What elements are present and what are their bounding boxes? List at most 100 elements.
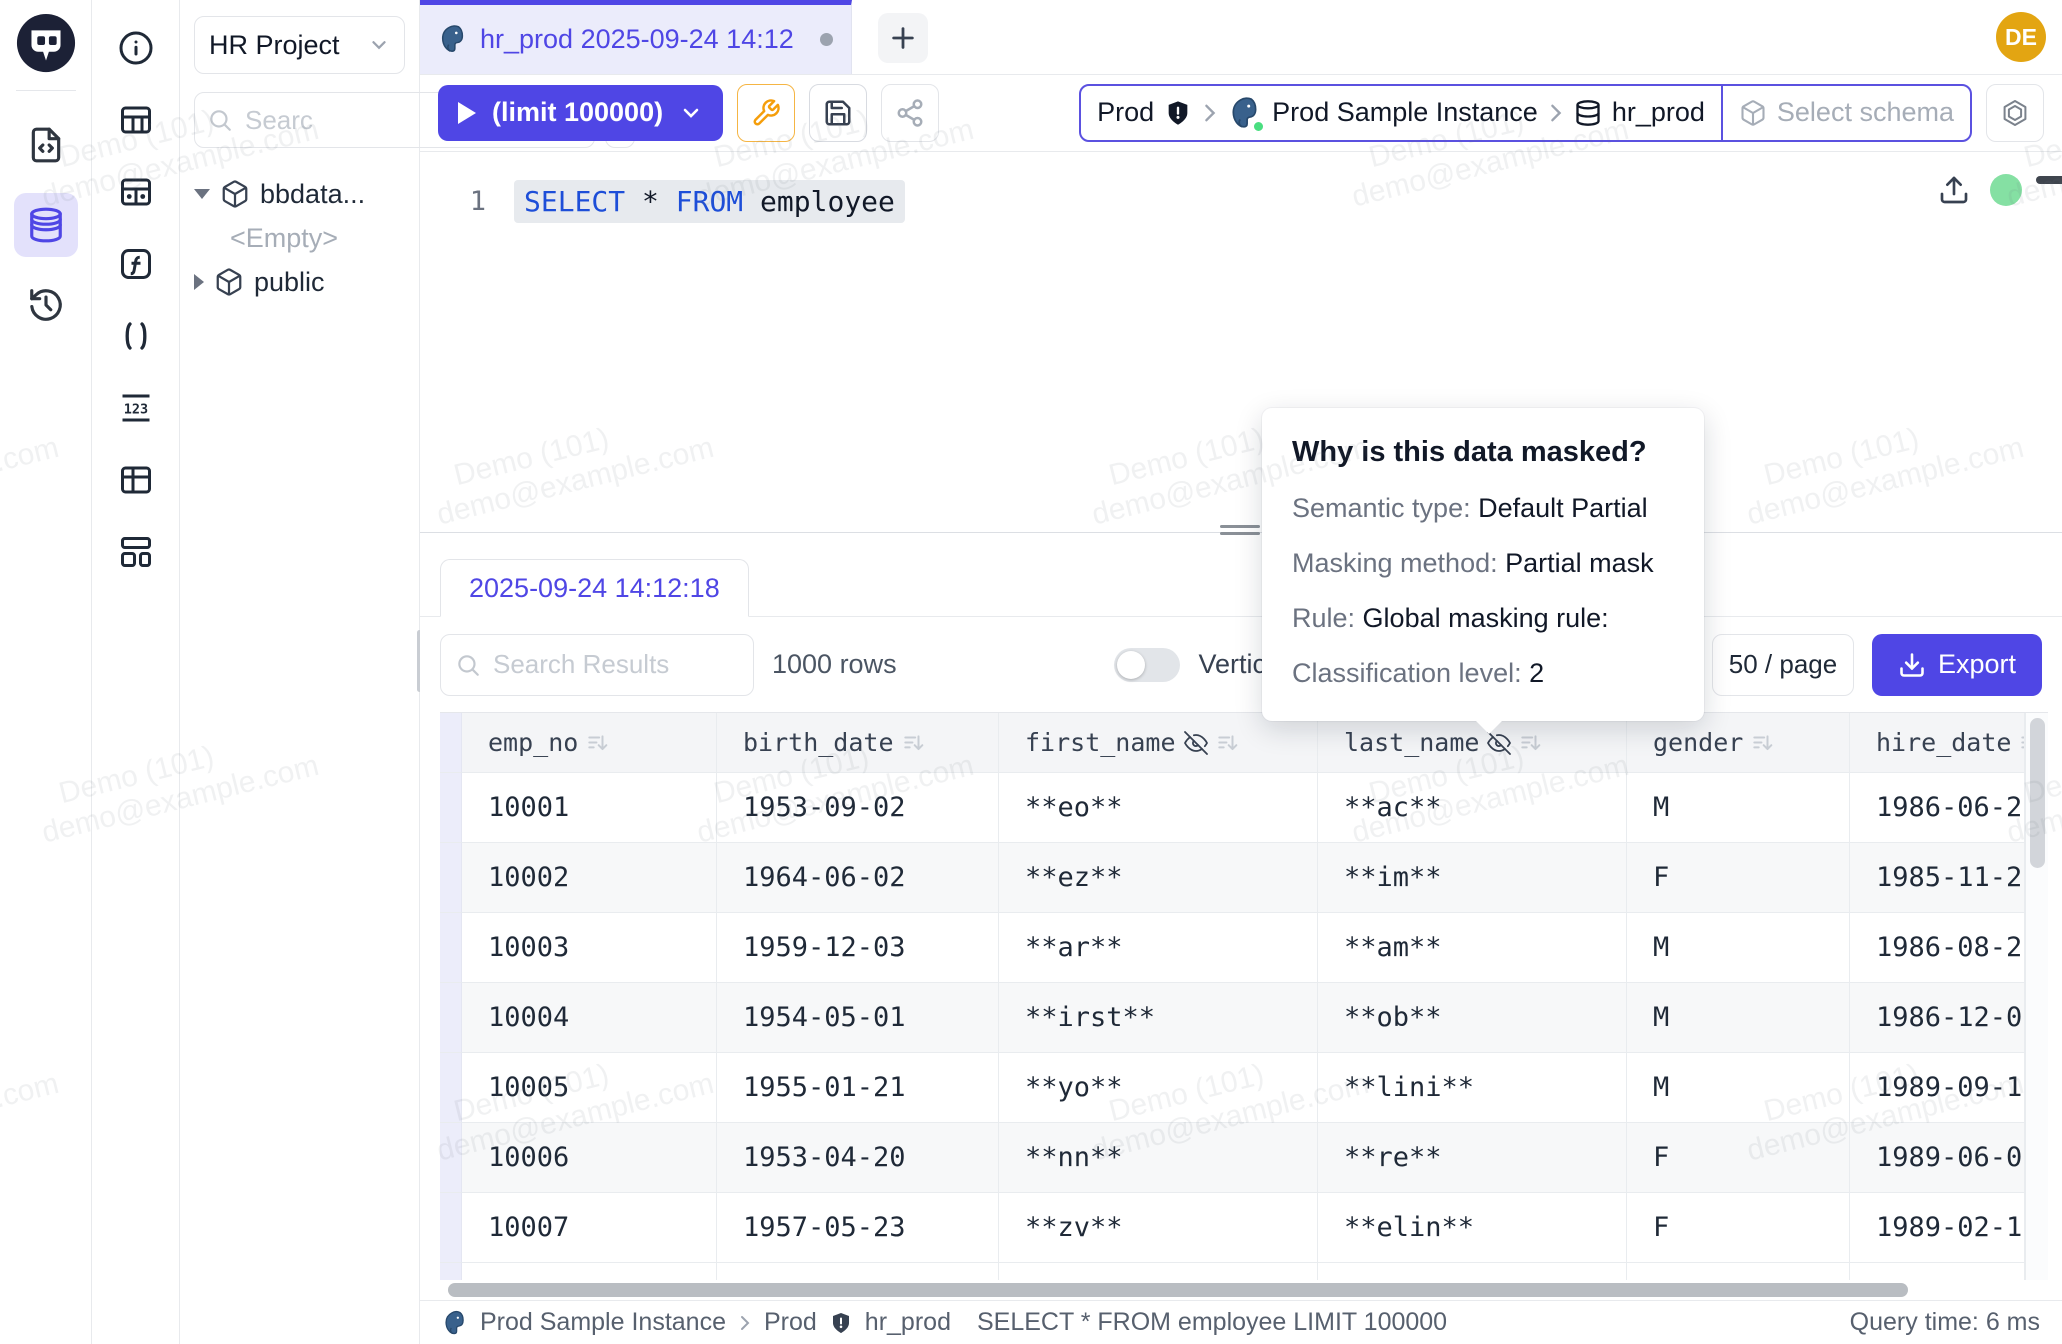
table-cell[interactable]: 1986-08-2 xyxy=(1850,913,2025,983)
sort-icon[interactable] xyxy=(1216,732,1238,754)
schema-selector[interactable]: Select schema xyxy=(1721,86,1970,140)
column-header-emp_no[interactable]: emp_no xyxy=(462,713,717,773)
table-cell[interactable]: 1953-09-02 xyxy=(717,773,999,843)
tree-item-database[interactable]: bbdata... xyxy=(194,172,405,216)
table-cell[interactable]: 1964-06-02 xyxy=(717,843,999,913)
result-tab-active[interactable]: 2025-09-24 14:12:18 xyxy=(440,559,749,617)
column-header-first_name[interactable]: first_name xyxy=(999,713,1318,773)
table-cell[interactable]: M xyxy=(1627,983,1850,1053)
result-search-input[interactable] xyxy=(491,648,739,681)
sort-icon[interactable] xyxy=(902,732,924,754)
sql-editor[interactable]: 1 SELECT * FROM employee xyxy=(420,152,2062,532)
connection-context[interactable]: Prod Prod Sample Instance hr_prod xyxy=(1081,86,1721,140)
table-cell[interactable]: **zv** xyxy=(999,1193,1318,1263)
table-cell[interactable]: 10006 xyxy=(462,1123,717,1193)
result-search-field[interactable] xyxy=(440,634,754,696)
table-cell[interactable]: 1989-02-1 xyxy=(1850,1193,2025,1263)
table-cell[interactable]: **lini** xyxy=(1318,1053,1627,1123)
table-cell[interactable]: **re** xyxy=(1318,1123,1627,1193)
sequences-icon[interactable]: 123 xyxy=(118,390,154,426)
sql-statement[interactable]: SELECT * FROM employee xyxy=(514,180,905,223)
project-picker[interactable]: HR Project xyxy=(194,16,405,74)
save-sheet-button[interactable] xyxy=(809,84,867,142)
procedures-icon[interactable] xyxy=(118,318,154,354)
extensions-icon[interactable] xyxy=(118,534,154,570)
table-row[interactable]: 100051955-01-21**yo****lini**M1989-09-1 xyxy=(440,1053,2048,1123)
table-cell[interactable]: 10003 xyxy=(462,913,717,983)
table-cell[interactable]: **am** xyxy=(1318,913,1627,983)
views-icon[interactable] xyxy=(118,462,154,498)
table-cell[interactable]: 10004 xyxy=(462,983,717,1053)
scrollbar-thumb[interactable] xyxy=(448,1283,1908,1297)
table-cell[interactable]: M xyxy=(1627,913,1850,983)
table-row[interactable]: 100061953-04-20**nn****re**F1989-06-0 xyxy=(440,1123,2048,1193)
table-cell[interactable]: **ez** xyxy=(999,843,1318,913)
vertical-display-toggle[interactable] xyxy=(1114,648,1180,682)
table-cell[interactable]: M xyxy=(1627,1053,1850,1123)
table-cell[interactable]: F xyxy=(1627,843,1850,913)
external-tables-icon[interactable] xyxy=(118,174,154,210)
table-cell[interactable]: 1954-05-01 xyxy=(717,983,999,1053)
table-cell[interactable]: 10005 xyxy=(462,1053,717,1123)
table-cell[interactable]: M xyxy=(1627,773,1850,843)
table-row[interactable]: 100071957-05-23**zv****elin**F1989-02-1 xyxy=(440,1193,2048,1263)
editor-scrollbar-thumb[interactable] xyxy=(2036,176,2062,184)
run-query-button[interactable]: (limit 100000) xyxy=(438,85,723,141)
table-row[interactable]: 100031959-12-03**ar****am**M1986-08-2 xyxy=(440,913,2048,983)
tree-item-schema-public[interactable]: public xyxy=(194,260,405,304)
column-header-last_name[interactable]: last_name xyxy=(1318,713,1627,773)
table-cell[interactable]: **im** xyxy=(1318,843,1627,913)
table-cell[interactable]: 1957-05-23 xyxy=(717,1193,999,1263)
sort-icon[interactable] xyxy=(586,732,608,754)
table-row[interactable]: 100041954-05-01**irst****ob**M1986-12-0 xyxy=(440,983,2048,1053)
table-cell[interactable]: 10001 xyxy=(462,773,717,843)
panel-splitter-handle[interactable] xyxy=(1220,525,1260,535)
column-header-birth_date[interactable]: birth_date xyxy=(717,713,999,773)
table-cell[interactable]: **irst** xyxy=(999,983,1318,1053)
caret-right-icon[interactable] xyxy=(194,274,204,290)
table-row[interactable]: 100021964-06-02**ez****im**F1985-11-2 xyxy=(440,843,2048,913)
info-icon[interactable] xyxy=(118,30,154,66)
column-header-hire_date[interactable]: hire_date xyxy=(1850,713,2025,773)
table-cell[interactable]: F xyxy=(1627,1123,1850,1193)
sidebar-item-history[interactable] xyxy=(14,273,78,337)
tables-icon[interactable] xyxy=(118,102,154,138)
table-cell[interactable]: **nn** xyxy=(999,1123,1318,1193)
table-row[interactable]: 100011953-09-02**eo****ac**M1986-06-2 xyxy=(440,773,2048,843)
scrollbar-thumb[interactable] xyxy=(2030,718,2045,868)
sheet-tab-active[interactable]: hr_prod 2025-09-24 14:12 xyxy=(420,0,852,74)
table-cell[interactable]: 10007 xyxy=(462,1193,717,1263)
sort-icon[interactable] xyxy=(1751,732,1773,754)
sort-icon[interactable] xyxy=(1519,732,1541,754)
table-cell[interactable]: F xyxy=(1627,1193,1850,1263)
sidebar-item-databases[interactable] xyxy=(14,193,78,257)
user-avatar[interactable]: DE xyxy=(1996,12,2046,62)
sidebar-item-worksheets[interactable] xyxy=(14,113,78,177)
table-cell[interactable]: 1989-09-1 xyxy=(1850,1053,2025,1123)
share-sheet-button[interactable] xyxy=(881,84,939,142)
functions-icon[interactable] xyxy=(118,246,154,282)
new-tab-button[interactable] xyxy=(878,13,928,63)
ai-assistant-button[interactable] xyxy=(1986,84,2044,142)
table-cell[interactable]: **ob** xyxy=(1318,983,1627,1053)
table-cell[interactable]: **yo** xyxy=(999,1053,1318,1123)
upload-icon[interactable] xyxy=(1938,174,1970,206)
bytebase-logo-icon[interactable] xyxy=(15,12,77,74)
caret-down-icon[interactable] xyxy=(194,189,210,199)
table-cell[interactable]: 1953-04-20 xyxy=(717,1123,999,1193)
table-vertical-scrollbar[interactable] xyxy=(2025,713,2048,1280)
table-cell[interactable]: 1955-01-21 xyxy=(717,1053,999,1123)
table-horizontal-scrollbar[interactable] xyxy=(440,1280,2048,1300)
page-size-select[interactable]: 50 / page xyxy=(1712,634,1854,696)
table-cell[interactable]: **elin** xyxy=(1318,1193,1627,1263)
table-cell[interactable]: **eo** xyxy=(999,773,1318,843)
column-header-gender[interactable]: gender xyxy=(1627,713,1850,773)
table-cell[interactable]: **ac** xyxy=(1318,773,1627,843)
table-cell[interactable]: 1959-12-03 xyxy=(717,913,999,983)
table-cell[interactable]: 1986-06-2 xyxy=(1850,773,2025,843)
format-sql-button[interactable] xyxy=(737,84,795,142)
export-button[interactable]: Export xyxy=(1872,634,2042,696)
table-cell[interactable]: 1989-06-0 xyxy=(1850,1123,2025,1193)
table-cell[interactable]: **ar** xyxy=(999,913,1318,983)
table-cell[interactable]: 1986-12-0 xyxy=(1850,983,2025,1053)
